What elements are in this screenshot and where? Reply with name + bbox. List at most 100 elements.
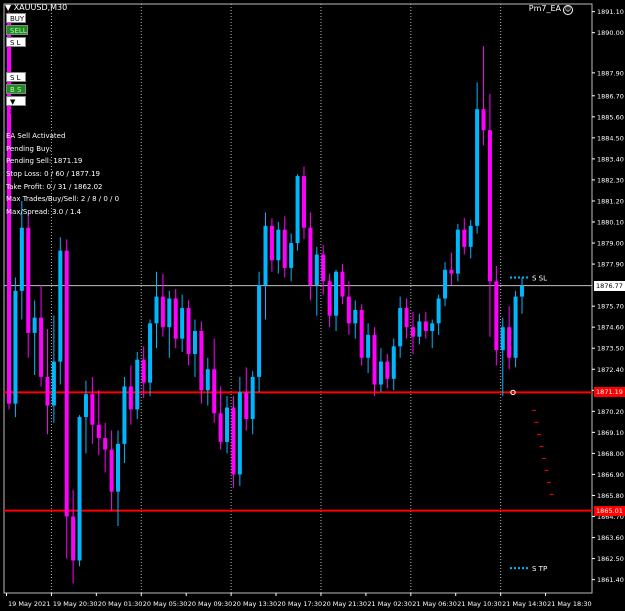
candle-body	[116, 443, 121, 492]
candle-body	[423, 321, 428, 332]
x-tick-label: 20 May 21:30	[322, 600, 367, 608]
bs-button[interactable]: B S	[6, 84, 26, 94]
candle-body	[199, 331, 204, 391]
lot-selector[interactable]: ▼ 8	[6, 96, 26, 116]
candle-body	[507, 327, 512, 358]
y-tick-label: 1877.90	[597, 261, 624, 269]
y-tick-label: 1886.70	[597, 92, 624, 100]
candle-body	[231, 407, 236, 475]
candle-body	[244, 392, 249, 419]
y-tick-label: 1872.40	[597, 366, 624, 374]
x-tick-label: 20 May 17:30	[278, 600, 323, 608]
candle-body	[205, 369, 210, 391]
candle-body	[160, 296, 165, 328]
y-tick-label: 1879.00	[597, 240, 624, 248]
x-tick-label: 21 May 06:30	[412, 600, 457, 608]
info-line: EA Sell Activated	[6, 132, 66, 140]
sell-button[interactable]: SELL	[6, 25, 28, 35]
candle-body	[346, 296, 351, 324]
annotation-label: S TP	[532, 565, 547, 573]
candle-body	[64, 250, 69, 517]
y-tick-label: 1873.50	[597, 345, 624, 353]
candle-body	[404, 308, 409, 328]
y-tick-label: 1882.30	[597, 176, 624, 184]
candle-body	[417, 321, 422, 337]
candle-body	[237, 392, 242, 475]
candle-body	[269, 225, 274, 261]
candle-body	[128, 386, 133, 410]
candle-body	[308, 227, 313, 286]
info-line: Pending Sell: 1871.19	[6, 157, 83, 166]
candle-body	[378, 361, 383, 385]
sl-button-top[interactable]: S L	[6, 37, 26, 47]
candle-body	[103, 438, 108, 450]
chart-window[interactable]: 19 May 2021 19 May 20:30 20 May 01:30 20 Ma…	[0, 0, 625, 611]
y-tick-label: 1861.40	[597, 576, 624, 584]
candle-body	[289, 243, 294, 268]
y-tick-label: 1870.20	[597, 408, 624, 416]
candle-body	[19, 227, 24, 291]
candle-body	[250, 376, 255, 419]
candle-body	[263, 225, 268, 286]
price-chart[interactable]: 19 May 2021 19 May 20:30 20 May 01:30 20 Ma…	[0, 0, 625, 611]
candle-body	[353, 309, 358, 324]
lot-dropdown-icon: ▼	[10, 98, 16, 106]
x-tick-label: 20 May 09:30	[188, 600, 233, 608]
x-tick-label: 19 May 2021	[8, 600, 50, 608]
x-tick-label: 21 May 02:30	[367, 600, 412, 608]
candle-body	[372, 334, 377, 385]
x-tick-label: 19 May 20:30	[53, 600, 98, 608]
candle-body	[500, 327, 505, 351]
y-tick-label: 1862.50	[597, 555, 624, 563]
sl-level-price-box: 1865.01	[594, 505, 625, 516]
lot-value: 8	[10, 108, 15, 116]
y-tick-label: 1868.00	[597, 450, 624, 458]
candle-body	[154, 296, 159, 324]
smiley-icon: ☺	[563, 5, 573, 15]
candle-body	[520, 285, 524, 297]
candle-body	[218, 413, 223, 442]
candle-body	[122, 386, 127, 444]
y-tick-label: 1881.20	[597, 197, 624, 205]
candle-body	[96, 424, 101, 439]
current-price-box: 1876.77	[594, 280, 625, 291]
candle-body	[192, 331, 197, 354]
info-line: Pending Buy:	[6, 144, 52, 153]
candle-body	[90, 394, 95, 425]
candle-body	[481, 109, 486, 131]
candle-body	[410, 327, 415, 337]
candle-body	[13, 290, 18, 404]
candle-body	[186, 308, 191, 354]
candle-body	[167, 298, 172, 328]
candle-body	[385, 361, 390, 379]
candle-body	[39, 317, 44, 377]
candle-body	[321, 254, 326, 282]
annotation-label: S SL	[532, 274, 547, 282]
y-tick-label: 1863.60	[597, 534, 624, 542]
y-tick-label: 1874.60	[597, 324, 624, 332]
candle-body	[45, 376, 50, 406]
candle-body	[462, 229, 467, 247]
candle-body	[83, 394, 88, 418]
symbol-timeframe: XAUUSD,M30	[13, 3, 68, 12]
candle-body	[109, 449, 114, 492]
candle-body	[51, 361, 56, 406]
x-tick-label: 21 May 10:30	[457, 600, 502, 608]
sl-button[interactable]: S L	[6, 72, 26, 82]
ea-name-label: Pm7_EA ☺	[529, 4, 573, 15]
y-tick-label: 1866.90	[597, 471, 624, 479]
x-tick-label: 21 May 18:30	[547, 600, 592, 608]
y-tick-label: 1891.10	[597, 8, 624, 16]
buy-button[interactable]: BUY	[6, 13, 26, 23]
candle-body	[494, 281, 499, 351]
candle-body	[487, 130, 492, 282]
y-tick-label: 1885.60	[597, 113, 624, 121]
candle-body	[26, 227, 31, 333]
y-tick-label: 1887.90	[597, 69, 624, 77]
candle-body	[71, 516, 76, 561]
title-arrow-icon: ▼	[5, 3, 12, 12]
candle-body	[436, 298, 441, 324]
candle-body	[212, 369, 217, 414]
sell-level-price-box: 1871.19	[594, 387, 625, 398]
candle-body	[301, 176, 306, 228]
